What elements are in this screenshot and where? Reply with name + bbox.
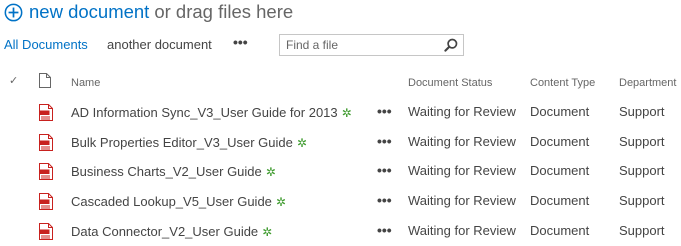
column-header-content-type[interactable]: Content Type	[530, 77, 595, 89]
item-menu-button[interactable]: •••	[377, 222, 392, 238]
content-type-cell: Document	[530, 163, 590, 178]
document-name-link[interactable]: Bulk Properties Editor_V3_User Guide	[71, 135, 293, 150]
new-document-link[interactable]: new document	[29, 1, 149, 23]
pdf-file-icon	[39, 193, 53, 210]
document-status-cell: Waiting for Review	[408, 223, 516, 238]
content-type-cell: Document	[530, 134, 590, 149]
table-row[interactable]: Business Charts_V2_User Guide ✲ ••• Waiti…	[0, 158, 681, 186]
department-cell: Support	[619, 104, 665, 119]
table-row[interactable]: Cascaded Lookup_V5_User Guide ✲ ••• Waiti…	[0, 188, 681, 216]
drag-files-hint: or drag files here	[154, 1, 294, 22]
document-status-cell: Waiting for Review	[408, 134, 516, 149]
view-selector: All Documents another document •••	[0, 34, 681, 56]
new-item-icon: ✲	[296, 136, 307, 150]
document-status-cell: Waiting for Review	[408, 163, 516, 178]
item-menu-button[interactable]: •••	[377, 103, 392, 119]
department-cell: Support	[619, 193, 665, 208]
table-row[interactable]: Data Connector_V2_User Guide ✲ ••• Waitin…	[0, 218, 681, 246]
table-row[interactable]: AD Information Sync_V3_User Guide for 20…	[0, 99, 681, 127]
department-cell: Support	[619, 223, 665, 238]
more-views-button[interactable]: •••	[233, 34, 248, 50]
item-menu-button[interactable]: •••	[377, 192, 392, 208]
search-input[interactable]	[280, 35, 440, 55]
new-document-bar: new document or drag files here	[4, 1, 293, 23]
document-name-link[interactable]: Data Connector_V2_User Guide	[71, 224, 258, 239]
content-type-cell: Document	[530, 104, 590, 119]
pdf-file-icon	[39, 104, 53, 121]
document-name-link[interactable]: Cascaded Lookup_V5_User Guide	[71, 194, 272, 209]
pdf-file-icon	[39, 223, 53, 240]
view-all-documents[interactable]: All Documents	[4, 37, 88, 52]
add-circle-icon[interactable]	[4, 3, 23, 22]
column-header-department[interactable]: Department	[619, 77, 676, 89]
column-header-name[interactable]: Name	[71, 77, 100, 89]
column-header-document-status[interactable]: Document Status	[408, 77, 492, 89]
document-status-cell: Waiting for Review	[408, 193, 516, 208]
list-header: ✓ Name Document Status Content Type Depa…	[0, 72, 681, 94]
new-item-icon: ✲	[275, 195, 286, 209]
item-menu-button[interactable]: •••	[377, 162, 392, 178]
view-another-document[interactable]: another document	[107, 37, 212, 52]
department-cell: Support	[619, 134, 665, 149]
new-item-icon: ✲	[262, 225, 273, 239]
item-menu-button[interactable]: •••	[377, 133, 392, 149]
content-type-cell: Document	[530, 193, 590, 208]
new-item-icon: ✲	[265, 165, 276, 179]
new-item-icon: ✲	[341, 106, 352, 120]
pdf-file-icon	[39, 163, 53, 180]
department-cell: Support	[619, 163, 665, 178]
document-type-icon	[39, 73, 51, 88]
search-box	[279, 34, 464, 56]
table-row[interactable]: Bulk Properties Editor_V3_User Guide ✲ ••…	[0, 129, 681, 157]
document-name-link[interactable]: Business Charts_V2_User Guide	[71, 164, 262, 179]
content-type-cell: Document	[530, 223, 590, 238]
pdf-file-icon	[39, 134, 53, 151]
search-icon[interactable]	[444, 38, 458, 52]
document-status-cell: Waiting for Review	[408, 104, 516, 119]
select-all-checkmark[interactable]: ✓	[9, 74, 18, 87]
document-name-link[interactable]: AD Information Sync_V3_User Guide for 20…	[71, 105, 338, 120]
